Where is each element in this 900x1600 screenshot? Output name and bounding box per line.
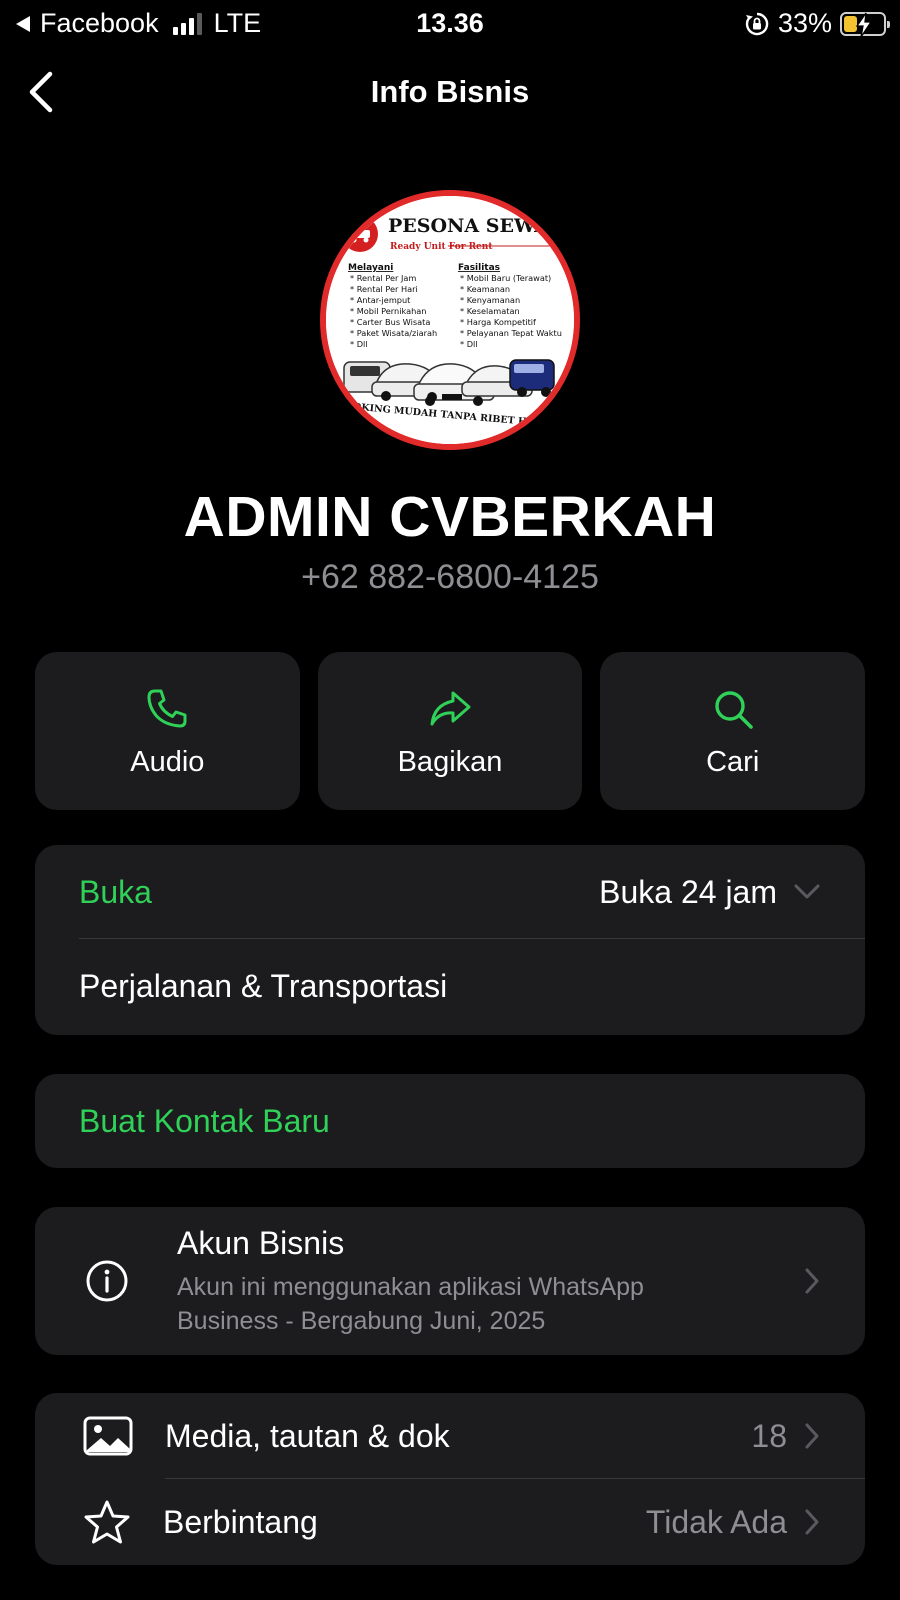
avatar-list-item: * Mobil Pernikahan [350,306,427,316]
audio-call-button[interactable]: Audio [35,652,300,810]
business-category: Perjalanan & Transportasi [79,967,448,1004]
search-button[interactable]: Cari [600,652,866,810]
avatar[interactable]: PESONA SEWA MOBIL Ready Unit For Rent Me… [320,190,580,450]
hours-row[interactable]: Buka Buka 24 jam [35,845,865,939]
phone-icon [147,689,187,728]
new-contact-button[interactable]: Buat Kontak Baru [35,1074,865,1168]
media-row[interactable]: Media, tautan & dok 18 [35,1393,865,1479]
battery-percent: 33% [777,8,832,38]
hours-text: Buka 24 jam [599,873,777,910]
chevron-right-icon [805,1509,819,1535]
battery-icon [840,11,890,37]
media-label: Media, tautan & dok [165,1417,450,1454]
avatar-list-item: * Kenyamanan [460,295,520,305]
avatar-list-item: * Keamanan [460,284,510,294]
info-icon [86,1260,128,1302]
starred-value-wrap: Tidak Ada [646,1504,821,1541]
hours-value: Buka 24 jam [599,874,821,911]
chevron-right-icon [805,1268,819,1294]
business-account-text: Akun Bisnis Akun ini menggunakan aplikas… [177,1225,717,1338]
avatar-list-item: * Antar-jemput [350,295,411,305]
new-contact-label: Buat Kontak Baru [79,1102,330,1139]
starred-row[interactable]: Berbintang Tidak Ada [35,1479,865,1565]
business-info-screen: Facebook LTE 13.36 33% Info Bisnis PESON… [0,0,900,1600]
profile-phone: +62 882-6800-4125 [301,558,599,596]
open-status: Buka [79,873,152,910]
avatar-list-item: * Paket Wisata/ziarah [350,328,437,338]
chevron-down-icon [794,884,820,899]
avatar-list-item: * Keselamatan [460,306,520,316]
avatar-col2-title: Fasilitas [458,263,500,273]
avatar-list-item: * Mobil Baru (Terawat) [460,273,551,283]
search-label: Cari [706,746,760,778]
chevron-right-icon [805,1423,819,1449]
avatar-image: PESONA SEWA MOBIL Ready Unit For Rent Me… [326,196,574,444]
hours-card: Buka Buka 24 jam Perjalanan & Transporta… [35,845,865,1035]
new-contact-card: Buat Kontak Baru [35,1074,865,1168]
media-card: Media, tautan & dok 18 Berbintang Tidak … [35,1393,865,1565]
business-account-row[interactable]: Akun Bisnis Akun ini menggunakan aplikas… [35,1207,865,1355]
avatar-list-item: * Carter Bus Wisata [350,317,430,327]
starred-label: Berbintang [163,1503,318,1540]
avatar-list-item: * Harga Kompetitif [460,317,537,327]
avatar-list-item: * Rental Per Hari [350,284,418,294]
business-account-subtitle: Akun ini menggunakan aplikasi WhatsApp B… [177,1272,644,1335]
status-bar: Facebook LTE 13.36 33% [0,0,900,46]
search-icon [714,691,753,729]
chevron-wrap [803,1267,821,1295]
avatar-brand: PESONA SEWA MOBIL [388,215,574,237]
page-title: Info Bisnis [370,74,530,109]
category-row: Perjalanan & Transportasi [35,939,865,1033]
share-button[interactable]: Bagikan [317,652,583,810]
starred-value: Tidak Ada [645,1503,787,1540]
avatar-list-item: * Dll [350,339,368,349]
share-icon [430,691,471,726]
star-icon [84,1500,130,1544]
media-count: 18 [751,1417,787,1454]
image-icon [83,1416,133,1456]
audio-label: Audio [130,746,205,778]
share-label: Bagikan [397,746,503,778]
profile-name: ADMIN CVBERKAH [183,485,717,549]
business-account-title: Akun Bisnis [177,1224,345,1261]
action-buttons: Audio Bagikan Cari [35,652,866,810]
business-account-card: Akun Bisnis Akun ini menggunakan aplikas… [35,1207,865,1355]
status-bar-right: 33% [744,8,890,39]
avatar-tagline: Ready Unit For Rent [390,242,493,252]
avatar-list-item: * Pelayanan Tepat Waktu [460,328,562,338]
nav-bar: Info Bisnis [0,60,900,124]
avatar-col1-title: Melayani [348,263,393,273]
orientation-lock-icon [745,12,769,35]
avatar-list-item: * Rental Per Jam [350,273,416,283]
avatar-list-item: * Dll [460,339,478,349]
media-value: 18 [751,1418,821,1455]
